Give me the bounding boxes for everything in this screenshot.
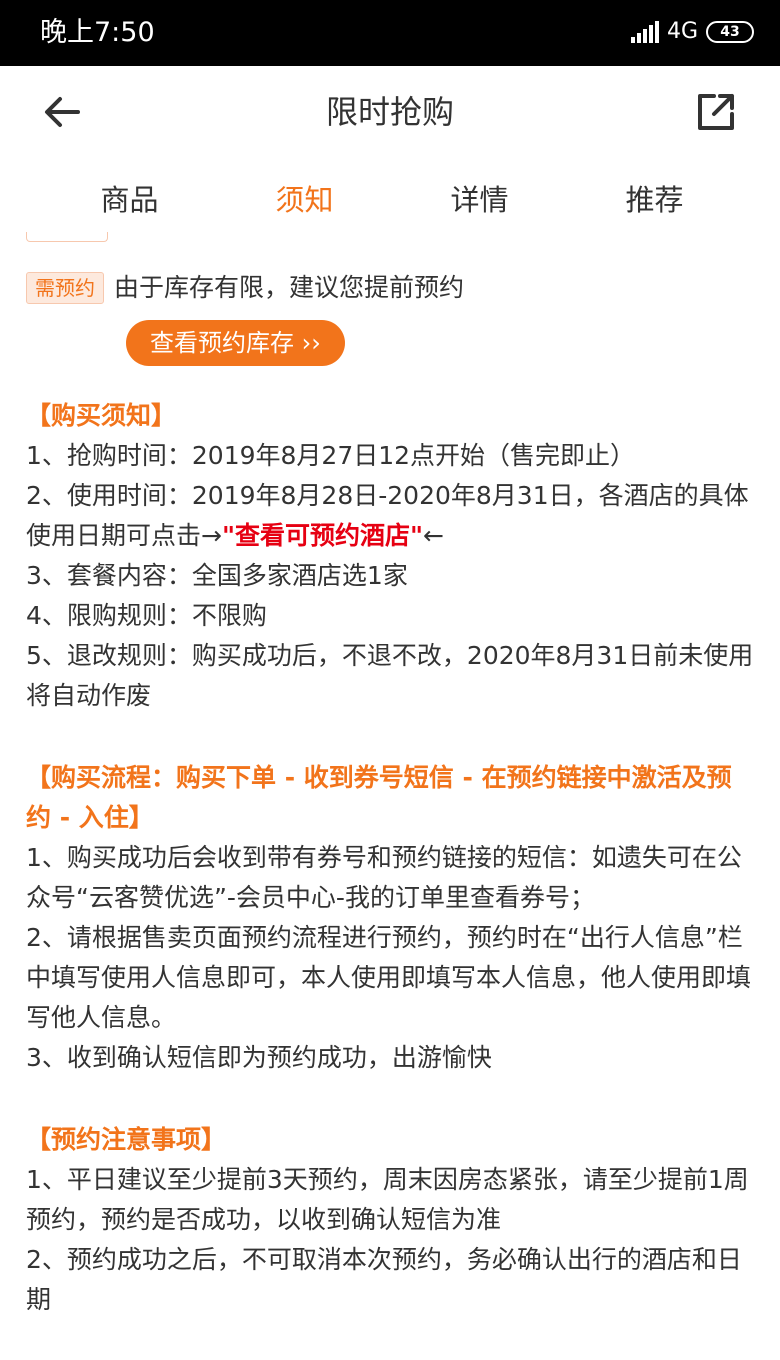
process-line: 3、收到确认短信即为预约成功，出游愉快 xyxy=(26,1043,492,1072)
tab-product[interactable]: 商品 xyxy=(42,158,217,242)
view-hotels-link[interactable]: "查看可预约酒店" xyxy=(222,521,423,550)
process-line: 2、请根据售卖页面预约流程进行预约，预约时在“出行人信息”栏中填写使用人信息即可… xyxy=(26,923,752,1032)
tab-details[interactable]: 详情 xyxy=(392,158,567,242)
share-icon xyxy=(698,94,734,130)
purchase-notes-line: 2、使用时间：2019年8月28日-2020年8月31日，各酒店的具体使用日期可… xyxy=(26,476,756,556)
purchase-notes-line: 1、抢购时间：2019年8月27日12点开始（售完即止） xyxy=(26,441,636,470)
reserve-badge: 需预约 xyxy=(26,272,104,304)
status-bar: 晚上7:50 4G 43 xyxy=(0,0,780,66)
page-title: 限时抢购 xyxy=(325,93,454,131)
notice-content: 需预约 由于库存有限，建议您提前预约 查看预约库存 ›› 【购买须知】 1、抢购… xyxy=(26,262,756,1320)
tab-recommend[interactable]: 推荐 xyxy=(567,158,742,242)
status-time: 晚上7:50 xyxy=(40,17,155,48)
signal-icon xyxy=(630,21,661,43)
reserve-row: 需预约 由于库存有限，建议您提前预约 xyxy=(26,262,756,314)
share-button[interactable] xyxy=(692,88,740,136)
tab-bar: 商品 须知 详情 推荐 xyxy=(0,158,780,242)
booking-notes-line: 2、预约成功之后，不可取消本次预约，务必确认出行的酒店和日期 xyxy=(26,1245,742,1314)
previous-badge-edge xyxy=(26,232,108,242)
view-stock-button[interactable]: 查看预约库存 ›› xyxy=(126,320,345,366)
purchase-process-title: 【购买流程：购买下单 - 收到券号短信 - 在预约链接中激活及预约 - 入住】 xyxy=(26,763,732,832)
purchase-notes-line: 3、套餐内容：全国多家酒店选1家 xyxy=(26,561,408,590)
tab-notice[interactable]: 须知 xyxy=(217,158,392,242)
purchase-notes-line: 5、退改规则：购买成功后，不退不改，2020年8月31日前未使用将自动作废 xyxy=(26,641,754,710)
purchase-notes-title: 【购买须知】 xyxy=(26,401,177,430)
booking-notes-title: 【预约注意事项】 xyxy=(26,1125,227,1154)
process-line: 1、购买成功后会收到带有券号和预约链接的短信：如遗失可在公众号“云客赞优选”-会… xyxy=(26,843,742,912)
purchase-notes-line: 4、限购规则：不限购 xyxy=(26,601,267,630)
booking-notes-line: 1、平日建议至少提前3天预约，周末因房态紧张，请至少提前1周预约，预约是否成功，… xyxy=(26,1165,749,1234)
battery-icon: 43 xyxy=(706,21,754,43)
status-indicators: 4G 43 xyxy=(630,18,754,46)
arrow-left-glyph: ← xyxy=(423,521,444,550)
reserve-text: 由于库存有限，建议您提前预约 xyxy=(114,273,465,302)
network-type: 4G xyxy=(666,19,698,44)
nav-bar: 限时抢购 xyxy=(0,66,780,158)
